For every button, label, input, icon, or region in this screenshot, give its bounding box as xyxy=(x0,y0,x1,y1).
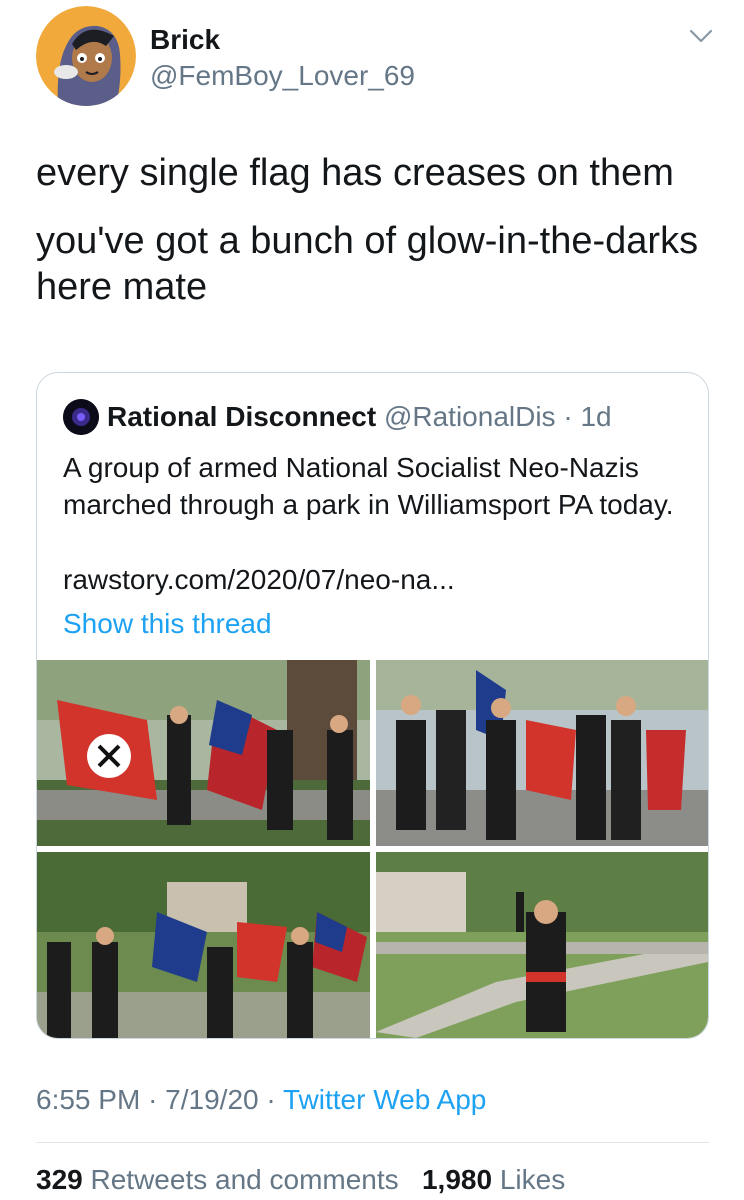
tweet-date[interactable]: 7/19/20 xyxy=(165,1084,258,1115)
quoted-tweet-card[interactable]: Rational Disconnect @RationalDis · 1d A … xyxy=(36,372,709,1039)
media-photo[interactable] xyxy=(376,660,708,846)
tweet-line: every single flag has creases on them xyxy=(36,152,674,194)
tweet-text: every single flag has creases on them yo… xyxy=(36,150,716,332)
tweet-source[interactable]: Twitter Web App xyxy=(283,1084,486,1115)
retweets-stat[interactable]: 329 Retweets and comments xyxy=(36,1164,399,1195)
separator: · xyxy=(148,1084,158,1115)
tweet-time[interactable]: 6:55 PM xyxy=(36,1084,140,1115)
author-handle[interactable]: @FemBoy_Lover_69 xyxy=(150,60,415,92)
quoted-header: Rational Disconnect @RationalDis · 1d xyxy=(107,399,612,435)
quoted-link[interactable]: rawstory.com/2020/07/neo-na... xyxy=(63,561,455,598)
separator: · xyxy=(555,401,581,432)
divider xyxy=(36,1142,709,1143)
media-photo[interactable] xyxy=(37,660,370,846)
chevron-down-icon[interactable] xyxy=(688,26,714,46)
likes-stat[interactable]: 1,980 Likes xyxy=(422,1164,565,1195)
quoted-age: 1d xyxy=(580,401,612,432)
retweets-count: 329 xyxy=(36,1164,83,1195)
separator: · xyxy=(266,1084,276,1115)
show-thread-link[interactable]: Show this thread xyxy=(63,605,272,642)
media-photo[interactable] xyxy=(376,852,708,1038)
likes-label: Likes xyxy=(499,1164,566,1195)
quoted-name[interactable]: Rational Disconnect xyxy=(107,401,376,432)
tweet-line: you've got a bunch of glow-in-the-darks … xyxy=(36,220,699,308)
media-photo[interactable] xyxy=(37,852,370,1038)
author-avatar[interactable] xyxy=(36,6,136,106)
media-grid xyxy=(37,660,708,1038)
author-name[interactable]: Brick xyxy=(150,24,220,56)
quoted-avatar[interactable] xyxy=(63,399,99,435)
retweets-label: Retweets and comments xyxy=(90,1164,399,1195)
tweet-timestamp: 6:55 PM · 7/19/20 · Twitter Web App xyxy=(36,1084,486,1116)
quoted-text: A group of armed National Socialist Neo-… xyxy=(63,452,674,520)
tweet-stats: 329 Retweets and comments 1,980 Likes xyxy=(36,1164,565,1196)
likes-count: 1,980 xyxy=(421,1164,493,1195)
tweet-header: Brick @FemBoy_Lover_69 xyxy=(36,6,716,106)
quoted-handle[interactable]: @RationalDis xyxy=(384,401,556,432)
